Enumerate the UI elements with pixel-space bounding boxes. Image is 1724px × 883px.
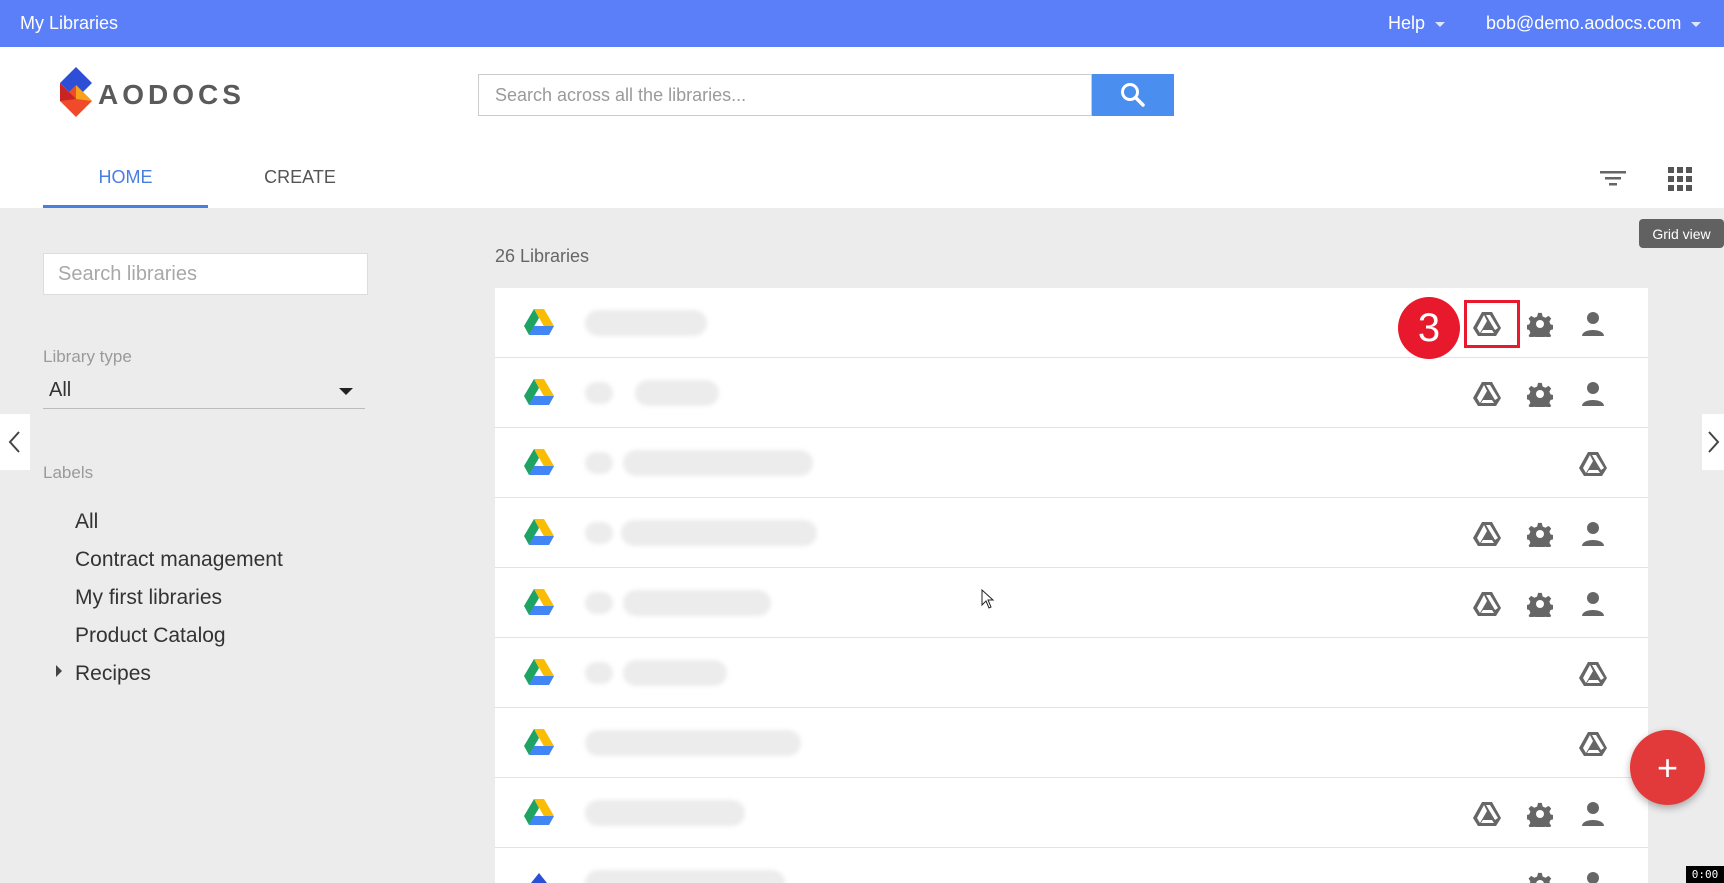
- library-name-redacted: [585, 592, 613, 614]
- drive-icon[interactable]: [1578, 660, 1608, 688]
- library-name-redacted: [585, 800, 745, 826]
- library-type-icon: [524, 869, 554, 883]
- person-icon[interactable]: [1578, 870, 1608, 883]
- library-row[interactable]: [495, 638, 1648, 708]
- logo-mark-icon: [60, 67, 92, 117]
- global-search-input[interactable]: [479, 75, 1091, 115]
- app-title: My Libraries: [20, 13, 119, 33]
- user-email: bob@demo.aodocs.com: [1486, 13, 1682, 33]
- header: AODOCS HOME CREATE: [0, 47, 1724, 208]
- next-arrow[interactable]: [1702, 414, 1724, 470]
- label-item-all[interactable]: All: [75, 510, 98, 534]
- google-drive-icon: [524, 519, 554, 550]
- gear-icon[interactable]: [1525, 310, 1555, 338]
- label-item-contract-management[interactable]: Contract management: [75, 548, 283, 572]
- global-search-field[interactable]: [478, 74, 1092, 116]
- google-drive-icon: [524, 659, 554, 690]
- google-drive-icon: [524, 379, 554, 410]
- chevron-down-icon: [1435, 21, 1446, 27]
- library-row[interactable]: [495, 848, 1648, 883]
- grid-view-tooltip: Grid view: [1639, 219, 1724, 248]
- drive-icon[interactable]: [1578, 730, 1608, 758]
- person-icon[interactable]: [1578, 310, 1608, 338]
- person-icon[interactable]: [1578, 800, 1608, 828]
- help-label: Help: [1388, 13, 1426, 33]
- label-item-product-catalog[interactable]: Product Catalog: [75, 624, 226, 648]
- library-type-label: Library type: [43, 347, 132, 366]
- video-timer: 0:00: [1686, 866, 1724, 883]
- expand-arrow-icon[interactable]: [56, 665, 62, 677]
- google-drive-icon: [524, 729, 554, 760]
- library-name-redacted: [623, 660, 727, 686]
- library-row[interactable]: [495, 568, 1648, 638]
- google-drive-icon: [524, 589, 554, 620]
- library-type-value: All: [49, 379, 72, 401]
- tab-home[interactable]: HOME: [43, 167, 208, 208]
- library-name-redacted: [585, 870, 785, 883]
- chevron-down-icon: [1691, 21, 1702, 27]
- library-name-redacted: [623, 450, 813, 476]
- library-row[interactable]: [495, 708, 1648, 778]
- logo-text: AODOCS: [98, 79, 245, 110]
- drive-icon[interactable]: [1472, 590, 1502, 618]
- library-name-redacted: [623, 590, 771, 616]
- drive-icon[interactable]: [1472, 380, 1502, 408]
- library-name-redacted: [585, 730, 801, 756]
- prev-arrow[interactable]: [0, 414, 30, 470]
- library-search-input[interactable]: [44, 254, 367, 294]
- library-name-redacted: [585, 382, 613, 404]
- person-icon[interactable]: [1578, 520, 1608, 548]
- gear-icon[interactable]: [1525, 380, 1555, 408]
- drive-icon[interactable]: [1472, 800, 1502, 828]
- labels-heading: Labels: [43, 463, 94, 482]
- label-item-recipes[interactable]: Recipes: [75, 662, 151, 686]
- library-name-redacted: [585, 310, 707, 336]
- library-name-redacted: [585, 522, 613, 544]
- library-search-field[interactable]: [43, 253, 368, 295]
- search-button[interactable]: [1092, 74, 1174, 116]
- tab-create[interactable]: CREATE: [248, 167, 352, 188]
- person-icon[interactable]: [1578, 380, 1608, 408]
- gear-icon[interactable]: [1525, 800, 1555, 828]
- library-count: 26 Libraries: [495, 246, 590, 266]
- library-name-redacted: [635, 380, 719, 406]
- step-highlight-box: [1464, 300, 1520, 348]
- label-item-my-first-libraries[interactable]: My first libraries: [75, 586, 222, 610]
- library-type-select[interactable]: All: [43, 373, 365, 409]
- search-icon: [1121, 83, 1145, 107]
- library-row[interactable]: [495, 498, 1648, 568]
- aodocs-logo[interactable]: AODOCS: [56, 65, 241, 125]
- google-drive-icon: [524, 799, 554, 830]
- library-list: [495, 288, 1648, 883]
- gear-icon[interactable]: [1525, 870, 1555, 883]
- step-number-badge: 3: [1398, 297, 1460, 359]
- mouse-cursor-icon: [981, 588, 995, 614]
- chevron-right-icon: [1708, 431, 1720, 453]
- library-row[interactable]: [495, 778, 1648, 848]
- drive-icon[interactable]: [1578, 450, 1608, 478]
- library-name-redacted: [585, 452, 613, 474]
- top-bar: My Libraries Help bob@demo.aodocs.com: [0, 0, 1724, 47]
- add-library-button[interactable]: +: [1630, 730, 1705, 805]
- library-row[interactable]: [495, 358, 1648, 428]
- google-drive-icon: [524, 309, 554, 340]
- google-drive-icon: [524, 449, 554, 480]
- person-icon[interactable]: [1578, 590, 1608, 618]
- library-name-redacted: [585, 662, 613, 684]
- user-menu[interactable]: bob@demo.aodocs.com: [1486, 13, 1702, 34]
- library-row[interactable]: [495, 428, 1648, 498]
- drive-icon[interactable]: [1472, 520, 1502, 548]
- gear-icon[interactable]: [1525, 590, 1555, 618]
- dropdown-arrow-icon: [339, 388, 353, 395]
- filter-icon[interactable]: [1599, 164, 1627, 197]
- gear-icon[interactable]: [1525, 520, 1555, 548]
- chevron-left-icon: [8, 431, 20, 453]
- library-name-redacted: [621, 520, 817, 546]
- help-menu[interactable]: Help: [1388, 13, 1446, 34]
- grid-view-icon[interactable]: [1668, 167, 1692, 196]
